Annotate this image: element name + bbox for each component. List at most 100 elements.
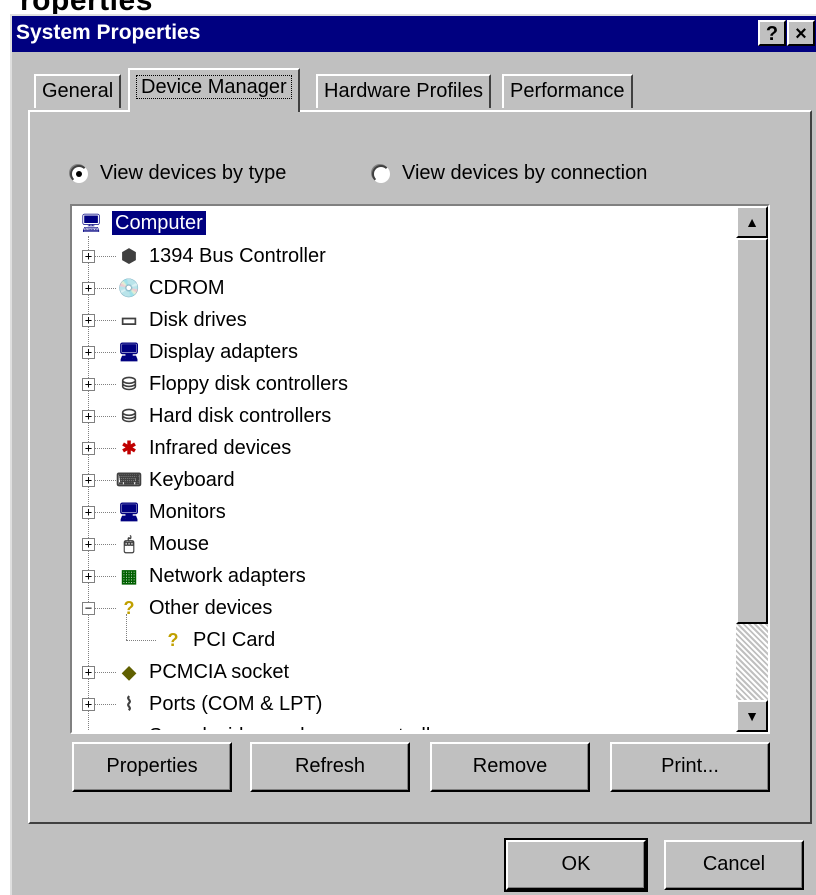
refresh-button[interactable]: Refresh [250,742,410,792]
device-manager-panel: View devices by type View devices by con… [28,110,812,824]
expand-icon[interactable]: + [82,474,95,487]
scroll-track[interactable] [736,624,768,700]
tree-category-item[interactable]: + ◆ PCMCIA socket [74,656,734,686]
expand-icon[interactable]: + [82,442,95,455]
tree-category-item[interactable]: + ⛁ Floppy disk controllers [74,368,734,398]
view-by-type-label: View devices by type [100,162,287,184]
tree-branch-line [94,512,116,513]
collapse-icon[interactable]: − [82,602,95,615]
tree-branch-line [94,288,116,289]
tree-item-label: 1394 Bus Controller [149,245,326,267]
tree-branch-line [94,704,116,705]
expand-icon[interactable]: + [82,346,95,359]
tree-child-item[interactable]: ? PCI Card [74,614,734,654]
tree-item-label: Disk drives [149,309,247,331]
tree-item-label: Display adapters [149,341,298,363]
expand-icon[interactable]: + [82,666,95,679]
tree-item-label: Other devices [149,597,273,619]
expand-icon[interactable]: + [82,282,95,295]
tree-branch-line [94,576,116,577]
tree-item-label: Hard disk controllers [149,405,332,427]
system-properties-dialog: System Properties ? × General Device Man… [10,14,816,895]
tree-item-label: Sound, video and game controllers [146,724,461,730]
tree-category-item[interactable]: + 💿 CDROM [74,272,734,302]
tree-branch-line [94,384,116,385]
tree-item-label: CDROM [149,277,225,299]
view-by-type-radio[interactable] [70,164,88,183]
expand-icon[interactable]: + [82,314,95,327]
title-bar[interactable]: System Properties ? × [12,16,816,52]
tree-scrollbar[interactable]: ▲ ▼ [736,206,768,732]
monitor-icon: 🖥 [117,502,141,522]
tree-branch-line [94,672,116,673]
tree-item-label: Infrared devices [149,437,292,459]
device-tree-list: 🖥 Computer + ⬢ 1394 Bus Controller + 💿 CDROM +… [74,208,734,730]
expand-icon[interactable]: + [82,250,95,263]
tree-branch-line [94,416,116,417]
tree-category-item[interactable]: + 🖥 Monitors [74,496,734,526]
tree-category-item[interactable]: + ⛁ Hard disk controllers [74,400,734,430]
expand-icon[interactable]: + [82,538,95,551]
expand-icon[interactable]: + [82,378,95,391]
tree-item-label: PCI Card [193,629,276,651]
tree-branch-line [94,448,116,449]
pcmcia-icon: ◆ [122,662,136,682]
question-mark-icon: ? [123,598,135,618]
tree-branch-line [126,640,156,641]
tree-item-label: Network adapters [149,565,306,587]
window-title: System Properties [16,21,201,44]
expand-icon[interactable]: + [82,570,95,583]
expand-icon[interactable]: + [82,410,95,423]
scroll-down-button[interactable]: ▼ [736,700,768,732]
print-button[interactable]: Print... [610,742,770,792]
help-button[interactable]: ? [758,20,786,46]
tree-category-item[interactable]: + ⬢ 1394 Bus Controller [74,240,734,270]
device-tree[interactable]: 🖥 Computer + ⬢ 1394 Bus Controller + 💿 CDROM +… [70,204,770,734]
hard-disk-controller-icon: ⛁ [121,406,137,426]
scroll-thumb[interactable] [736,238,768,624]
port-icon: ⌇ [124,694,134,714]
sound-controller-icon: ♫ [116,724,142,730]
properties-button[interactable]: Properties [72,742,232,792]
tree-item-label: Floppy disk controllers [149,373,348,395]
view-by-connection-option[interactable]: View devices by connection [372,162,647,185]
unknown-device-warning-icon: ? [167,630,179,650]
ok-button[interactable]: OK [504,838,648,892]
expand-icon[interactable]: + [82,698,95,711]
tab-device-manager[interactable]: Device Manager [128,68,300,112]
tab-general[interactable]: General [34,74,122,108]
tree-category-item[interactable]: + ▦ Network adapters [74,560,734,590]
view-by-connection-label: View devices by connection [402,162,648,184]
tree-category-item[interactable]: + ⌇ Ports (COM & LPT) [74,688,734,718]
tab-hardware-profiles[interactable]: Hardware Profiles [316,74,491,108]
tree-category-item[interactable]: + ⌨ Keyboard [74,464,734,494]
mouse-icon: 🖱 [123,534,135,554]
network-adapter-icon: ▦ [120,566,138,586]
cancel-button[interactable]: Cancel [664,840,804,890]
tree-category-item[interactable]: −? Other devices [74,592,734,622]
close-button[interactable]: × [787,20,815,46]
tree-branch-line [94,544,116,545]
tree-branch-line [94,608,116,609]
tree-item-label: Keyboard [149,469,235,491]
remove-button[interactable]: Remove [430,742,590,792]
tree-branch-line [94,320,116,321]
view-by-connection-radio[interactable] [372,164,390,183]
tree-category-item[interactable]: + ✱ Infrared devices [74,432,734,462]
tree-item-label: Monitors [149,501,226,523]
tree-category-item[interactable]: +♫Sound, video and game controllers [74,720,734,730]
scroll-up-button[interactable]: ▲ [736,206,768,238]
tree-branch-line [94,352,116,353]
cdrom-icon: 💿 [117,278,141,298]
expand-icon[interactable]: + [82,506,95,519]
tree-category-item[interactable]: + 🖱 Mouse [74,528,734,558]
tree-item-label: Mouse [149,533,210,555]
tab-device-manager-label: Device Manager [136,75,292,99]
bus-controller-icon: ⬢ [121,246,137,266]
tree-category-item[interactable]: + 🖥 Display adapters [74,336,734,366]
computer-icon: 🖥 [79,213,103,233]
tab-performance[interactable]: Performance [502,74,633,108]
display-adapter-icon: 🖥 [117,342,141,362]
tree-category-item[interactable]: + ▭ Disk drives [74,304,734,334]
view-by-type-option[interactable]: View devices by type [70,162,286,185]
